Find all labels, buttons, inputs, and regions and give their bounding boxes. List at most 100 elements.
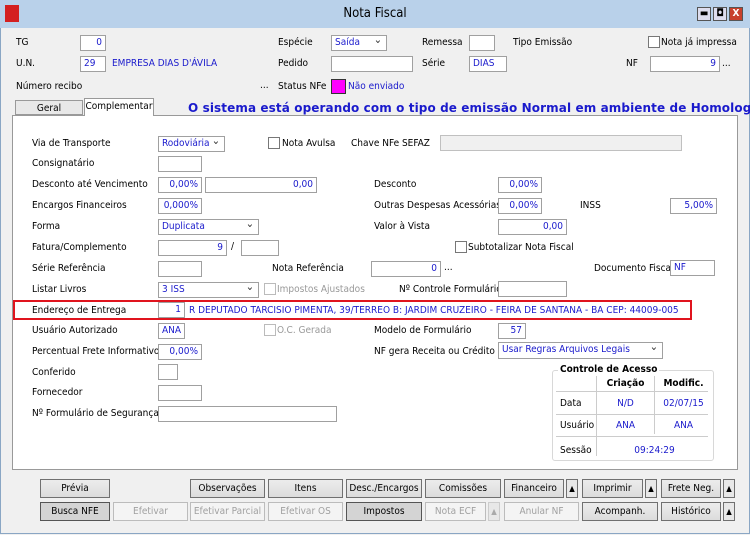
- modelo-formulario-label: Modelo de Formulário: [374, 325, 472, 336]
- fornecedor-label: Fornecedor: [32, 387, 83, 398]
- forma-label: Forma: [32, 221, 61, 232]
- financeiro-arrow-button[interactable]: ▲: [566, 479, 578, 498]
- endereco-text: R DEPUTADO TARCISIO PIMENTA, 39/TERREO B…: [189, 305, 679, 316]
- nota-ref-lookup-button[interactable]: ...: [444, 262, 453, 273]
- fornecedor-input[interactable]: [158, 385, 202, 401]
- impostos-button[interactable]: Impostos: [346, 502, 422, 521]
- usuario-modif: ANA: [673, 420, 694, 431]
- efetivar-os-button[interactable]: Efetivar OS: [268, 502, 343, 521]
- chave-nfe-label: Chave NFe SEFAZ: [351, 138, 430, 149]
- impostos-ajustados-checkbox[interactable]: [264, 283, 276, 295]
- tg-input[interactable]: 0: [80, 35, 106, 51]
- nota-ref-label: Nota Referência: [272, 263, 344, 274]
- tipo-emissao-label: Tipo Emissão: [513, 37, 573, 48]
- fatura-label: Fatura/Complemento: [32, 242, 127, 253]
- controle-acesso-title: Controle de Acesso: [558, 364, 660, 375]
- chave-nfe-input[interactable]: [440, 135, 682, 151]
- usuario-autorizado-input[interactable]: ANA: [158, 323, 185, 339]
- nf-input[interactable]: 9: [650, 56, 720, 72]
- un-input[interactable]: 29: [80, 56, 106, 72]
- observacoes-button[interactable]: Observações: [190, 479, 265, 498]
- remessa-label: Remessa: [422, 37, 463, 48]
- historico-button[interactable]: Histórico: [661, 502, 721, 521]
- oc-gerada-label: O.C. Gerada: [277, 325, 332, 336]
- consignatario-input[interactable]: [158, 156, 202, 172]
- forma-select[interactable]: Duplicata: [158, 219, 259, 235]
- desc-venc-label: Desconto até Vencimento: [32, 179, 148, 190]
- busca-nfe-button[interactable]: Busca NFE: [40, 502, 110, 521]
- serie-ref-label: Série Referência: [32, 263, 106, 274]
- consignatario-label: Consignatário: [32, 158, 95, 169]
- inss-input[interactable]: 5,00%: [670, 198, 717, 214]
- form-seguranca-input[interactable]: [158, 406, 337, 422]
- recibo-lookup-button[interactable]: ...: [260, 80, 269, 91]
- nota-ecf-button[interactable]: Nota ECF: [425, 502, 486, 521]
- encargos-input[interactable]: 0,000%: [158, 198, 202, 214]
- serie-ref-input[interactable]: [158, 261, 202, 277]
- doc-fiscal-input[interactable]: NF: [670, 260, 715, 276]
- inss-label: INSS: [580, 200, 601, 211]
- imprimir-arrow-button[interactable]: ▲: [645, 479, 657, 498]
- nota-avulsa-label: Nota Avulsa: [282, 138, 336, 149]
- nf-label: NF: [626, 58, 638, 69]
- tab-complementar[interactable]: Complementar: [84, 98, 154, 116]
- usuario-label: Usuário: [560, 420, 595, 431]
- comissoes-button[interactable]: Comissões: [425, 479, 501, 498]
- imprimir-button[interactable]: Imprimir: [582, 479, 643, 498]
- listar-livros-select[interactable]: 3 ISS: [158, 282, 259, 298]
- data-criacao: N/D: [617, 398, 634, 409]
- listar-livros-label: Listar Livros: [32, 284, 87, 295]
- remessa-input[interactable]: [469, 35, 495, 51]
- col-modif-header: Modific.: [663, 378, 704, 389]
- conferido-input[interactable]: [158, 364, 178, 380]
- fatura-complemento-input[interactable]: [241, 240, 279, 256]
- data-modif: 02/07/15: [663, 398, 704, 409]
- efetivar-button[interactable]: Efetivar: [113, 502, 188, 521]
- pedido-input[interactable]: [331, 56, 413, 72]
- col-criacao-header: Criação: [606, 378, 645, 389]
- historico-arrow-button[interactable]: ▲: [723, 502, 735, 521]
- subtotalizar-checkbox[interactable]: [455, 241, 467, 253]
- perc-frete-label: Percentual Frete Informativo: [32, 346, 160, 357]
- desc-venc-pct-input[interactable]: 0,00%: [158, 177, 202, 193]
- status-nfe-label: Status NFe: [278, 81, 327, 92]
- modelo-formulario-input[interactable]: 57: [498, 323, 526, 339]
- tab-geral[interactable]: Geral: [15, 100, 83, 115]
- frete-neg-arrow-button[interactable]: ▲: [723, 479, 735, 498]
- perc-frete-input[interactable]: 0,00%: [158, 344, 202, 360]
- valor-vista-input[interactable]: 0,00: [498, 219, 567, 235]
- sessao-value: 09:24:29: [634, 445, 675, 456]
- controle-formulario-input[interactable]: [498, 281, 567, 297]
- endereco-number-input[interactable]: 1: [158, 302, 185, 318]
- itens-button[interactable]: Itens: [268, 479, 343, 498]
- desconto-input[interactable]: 0,00%: [498, 177, 542, 193]
- efetivar-parcial-button[interactable]: Efetivar Parcial: [190, 502, 265, 521]
- nota-ecf-arrow-button[interactable]: ▲: [488, 502, 500, 521]
- desc-encargos-button[interactable]: Desc./Encargos: [346, 479, 422, 498]
- status-color-box: [331, 79, 346, 94]
- fatura-input[interactable]: 9: [158, 240, 227, 256]
- title-bar: Nota Fiscal ▬ ◘ X: [0, 0, 750, 28]
- financeiro-button[interactable]: Financeiro: [504, 479, 564, 498]
- maximize-button[interactable]: ◘: [713, 7, 727, 21]
- pedido-label: Pedido: [278, 58, 309, 69]
- nf-lookup-button[interactable]: ...: [722, 58, 731, 69]
- anular-nf-button[interactable]: Anular NF: [504, 502, 579, 521]
- frete-neg-button[interactable]: Frete Neg.: [661, 479, 721, 498]
- subtotalizar-label: Subtotalizar Nota Fiscal: [468, 242, 574, 253]
- nota-impressa-checkbox[interactable]: [648, 36, 660, 48]
- especie-label: Espécie: [278, 37, 313, 48]
- nota-ref-input[interactable]: 0: [371, 261, 441, 277]
- serie-input[interactable]: DIAS: [469, 56, 507, 72]
- via-transporte-select[interactable]: Rodoviária: [158, 136, 225, 152]
- previa-button[interactable]: Prévia: [40, 479, 110, 498]
- desc-venc-value-input[interactable]: 0,00: [205, 177, 317, 193]
- oc-gerada-checkbox[interactable]: [264, 324, 276, 336]
- outras-despesas-input[interactable]: 0,00%: [498, 198, 542, 214]
- especie-select[interactable]: Saída: [331, 35, 387, 51]
- minimize-button[interactable]: ▬: [697, 7, 711, 21]
- acompanh-button[interactable]: Acompanh.: [582, 502, 658, 521]
- nf-gera-select[interactable]: Usar Regras Arquivos Legais: [498, 342, 663, 359]
- close-button[interactable]: X: [729, 7, 743, 21]
- nota-avulsa-checkbox[interactable]: [268, 137, 280, 149]
